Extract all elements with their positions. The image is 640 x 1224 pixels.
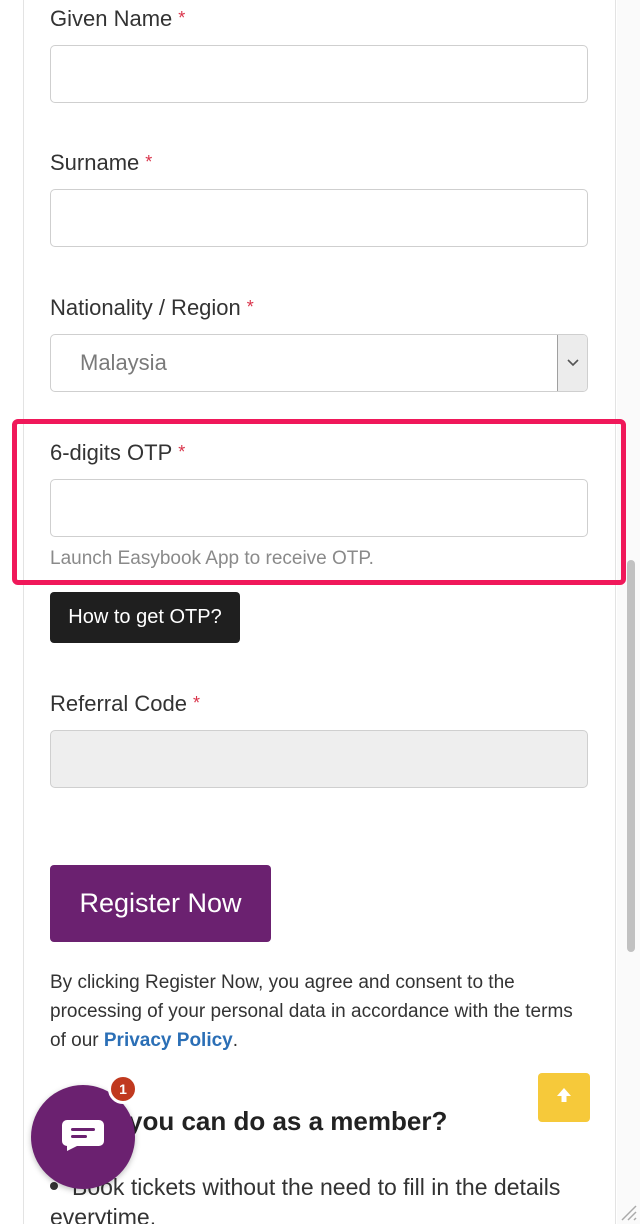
- referral-code-input[interactable]: [50, 730, 588, 788]
- nationality-select[interactable]: Malaysia: [50, 334, 588, 392]
- nationality-label: Nationality / Region *: [50, 295, 254, 320]
- required-mark: *: [246, 297, 254, 317]
- chevron-down-icon[interactable]: [557, 335, 587, 391]
- referral-label: Referral Code *: [50, 691, 200, 716]
- surname-label: Surname *: [50, 150, 153, 175]
- chat-bubble-icon: [61, 1118, 105, 1157]
- resize-grip-icon[interactable]: [614, 1198, 638, 1222]
- arrow-up-icon: [554, 1085, 574, 1110]
- required-mark: *: [178, 8, 186, 28]
- member-section-heading: you can do as a member?: [128, 1106, 448, 1136]
- chat-notification-badge: 1: [108, 1074, 138, 1104]
- required-mark: *: [145, 152, 153, 172]
- otp-input[interactable]: [50, 479, 588, 537]
- scroll-to-top-button[interactable]: [538, 1073, 590, 1122]
- page-scrollbar-thumb[interactable]: [627, 560, 635, 952]
- bullet-icon: [50, 1182, 58, 1190]
- consent-text: By clicking Register Now, you agree and …: [50, 972, 573, 1051]
- otp-hint: Launch Easybook App to receive OTP.: [50, 548, 374, 569]
- register-now-button[interactable]: Register Now: [50, 865, 271, 942]
- surname-input[interactable]: [50, 189, 588, 247]
- otp-label: 6-digits OTP *: [50, 440, 186, 465]
- list-item: Book tickets without the need to fill in…: [50, 1174, 561, 1224]
- nationality-selected-value: Malaysia: [80, 350, 167, 375]
- given-name-input[interactable]: [50, 45, 588, 103]
- required-mark: *: [178, 442, 186, 462]
- given-name-label: Given Name *: [50, 6, 186, 31]
- required-mark: *: [192, 693, 200, 713]
- privacy-policy-link[interactable]: Privacy Policy: [104, 1030, 233, 1051]
- how-to-get-otp-button[interactable]: How to get OTP?: [50, 592, 240, 643]
